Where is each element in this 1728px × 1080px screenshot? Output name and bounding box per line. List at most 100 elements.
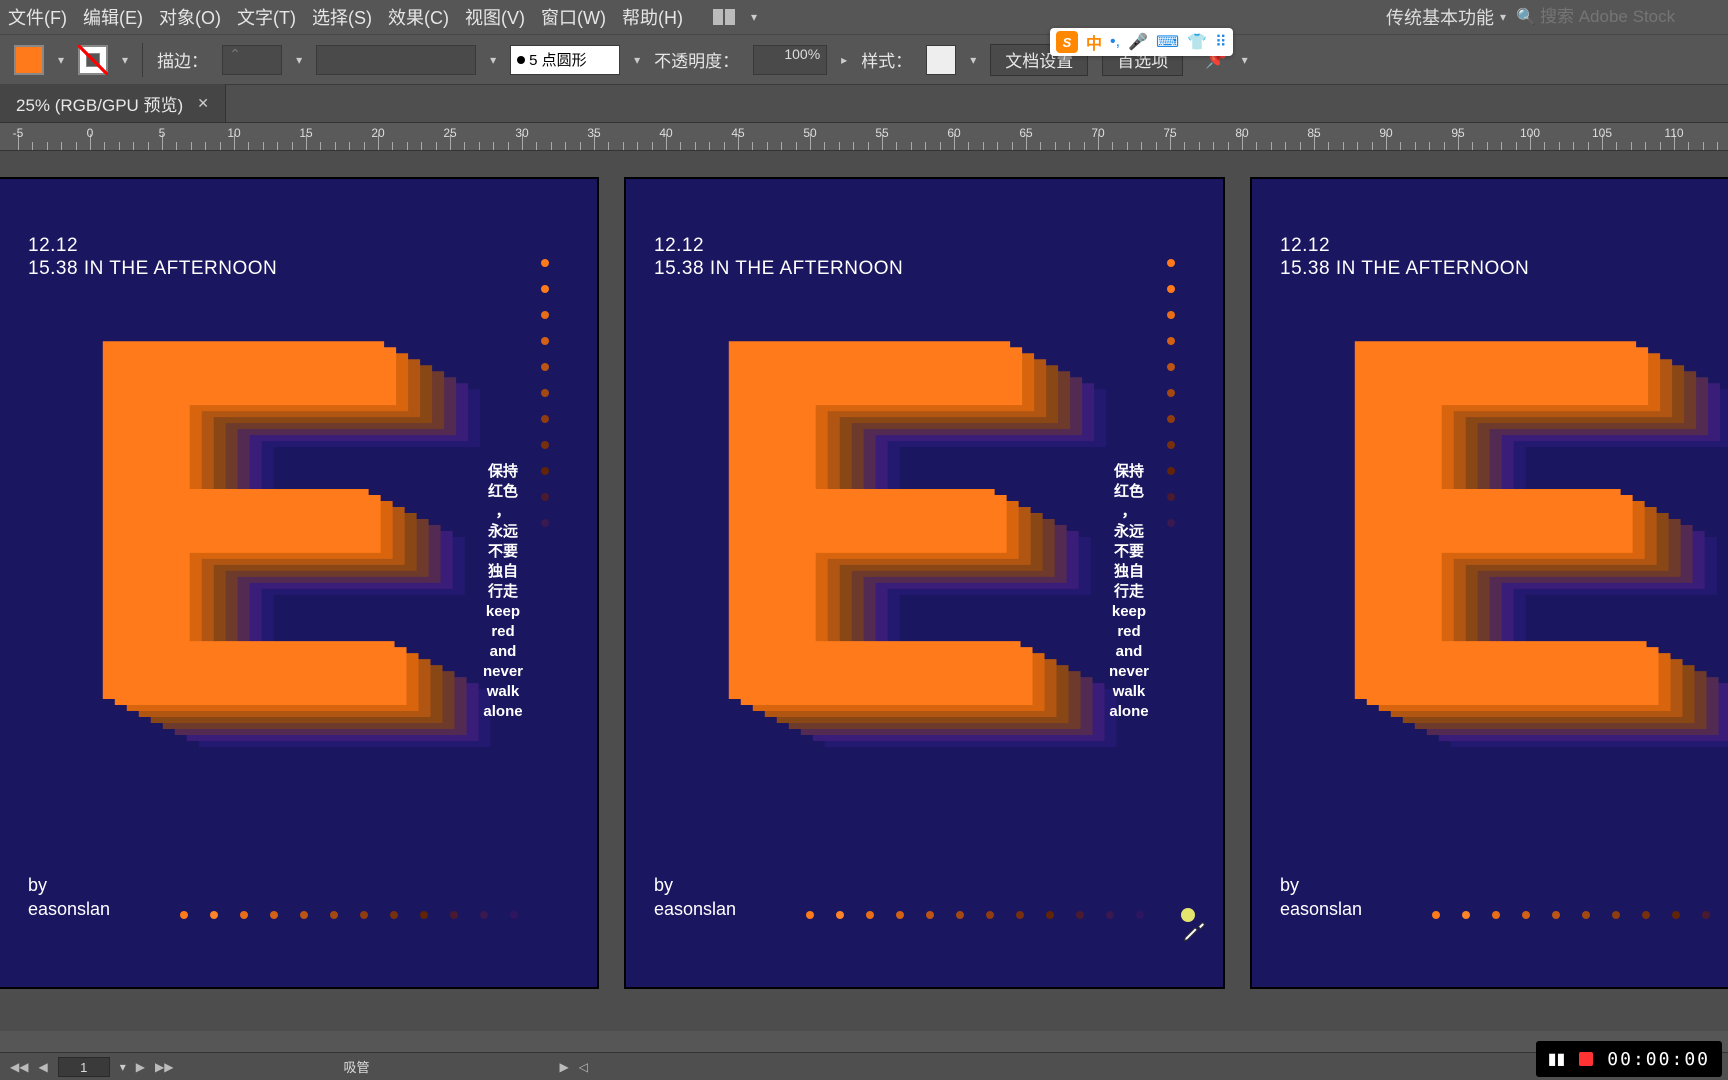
poster-vertical-text: 保持红色，永远不要独自行走keepredandneverwalkalone (1109, 463, 1149, 721)
search-icon: 🔍 (1516, 7, 1536, 27)
record-timer: 00:00:00 (1607, 1049, 1710, 1070)
graphic-style-swatch[interactable] (926, 45, 956, 75)
artboard[interactable]: 12.1215.38 IN THE AFTERNOONEEEEEEEEE保持红色… (626, 179, 1223, 987)
ruler-marker: 40 (659, 126, 672, 140)
chevron-right-icon[interactable]: ▸ (841, 53, 847, 67)
document-tab[interactable]: 25% (RGB/GPU 预览) ✕ (0, 84, 226, 122)
ruler-marker: 15 (299, 126, 312, 140)
poster-letter-e: EEEEEEEEE (678, 309, 1108, 739)
ruler-marker: 70 (1091, 126, 1104, 140)
chevron-down-icon[interactable]: ▾ (970, 53, 976, 67)
last-artboard-button[interactable]: ▶▶ (155, 1060, 173, 1074)
ruler-marker: 5 (159, 126, 166, 140)
menu-object[interactable]: 对象(O) (159, 4, 221, 30)
document-tab-title: 25% (RGB/GPU 预览) (16, 91, 183, 116)
stroke-label: 描边： (157, 47, 208, 72)
poster-letter-e: EEEEEEEEE (52, 309, 482, 739)
opacity-label: 不透明度： (654, 47, 739, 72)
ruler-marker: 60 (947, 126, 960, 140)
ruler-marker: 95 (1451, 126, 1464, 140)
first-artboard-button[interactable]: ◀◀ (10, 1060, 28, 1074)
ime-punct-icon[interactable]: •, (1110, 33, 1120, 51)
dot-column (541, 259, 549, 527)
ruler-marker: 80 (1235, 126, 1248, 140)
ime-lang[interactable]: 中 (1086, 30, 1102, 54)
fill-swatch[interactable] (14, 45, 44, 75)
brush-dropdown[interactable]: 5 点圆形 (510, 45, 620, 75)
poster-letter-e: EEEEEEEEE (1304, 309, 1728, 739)
style-label: 样式： (861, 47, 912, 72)
poster-vertical-text: 保持红色，永远不要独自行走keepredandneverwalkalone (483, 463, 523, 721)
chevron-down-icon[interactable]: ▾ (120, 1060, 126, 1074)
menu-help[interactable]: 帮助(H) (622, 4, 683, 30)
back-icon[interactable]: ◁ (579, 1060, 588, 1074)
artboard[interactable]: 12.1215.38 IN THE AFTERNOONEEEEEEEEE保持红色… (0, 179, 597, 987)
stroke-swatch[interactable] (78, 45, 108, 75)
poster-byline: byeasonslan (28, 874, 110, 921)
eyedropper-cursor-icon (1181, 908, 1207, 947)
dot-column (1167, 259, 1175, 527)
current-tool-label: 吸管 (343, 1057, 369, 1076)
next-artboard-button[interactable]: ▶ (136, 1060, 145, 1074)
toolbox-icon[interactable]: ⠿ (1215, 32, 1227, 52)
menu-file[interactable]: 文件(F) (8, 4, 67, 30)
microphone-icon[interactable]: 🎤 (1128, 32, 1148, 52)
horizontal-ruler[interactable]: -505101520253035404550556065707580859095… (0, 123, 1728, 151)
ruler-marker: 100 (1520, 126, 1540, 140)
chevron-down-icon: ▾ (1500, 10, 1506, 24)
search-adobe-stock[interactable]: 🔍 (1516, 7, 1720, 27)
ruler-marker: 105 (1592, 126, 1612, 140)
ruler-marker: 110 (1664, 126, 1683, 140)
ruler-marker: 0 (87, 126, 94, 140)
opacity-input[interactable]: 100% (753, 45, 827, 75)
skin-icon[interactable]: 👕 (1187, 32, 1207, 52)
chevron-down-icon[interactable]: ▾ (122, 53, 128, 67)
workspace-dropdown[interactable]: 传统基本功能 ▾ (1386, 4, 1506, 30)
stroke-weight-input[interactable]: ⌃ (222, 45, 282, 75)
ruler-marker: 55 (875, 126, 888, 140)
menu-type[interactable]: 文字(T) (237, 4, 296, 30)
ruler-marker: 50 (803, 126, 816, 140)
menu-view[interactable]: 视图(V) (465, 4, 525, 30)
close-icon[interactable]: ✕ (197, 95, 209, 112)
canvas-area[interactable]: 12.1215.38 IN THE AFTERNOONEEEEEEEEE保持红色… (0, 151, 1728, 1031)
poster-byline: byeasonslan (1280, 874, 1362, 921)
chevron-down-icon[interactable]: ▾ (296, 53, 302, 67)
menu-window[interactable]: 窗口(W) (541, 4, 606, 30)
ruler-marker: 65 (1019, 126, 1032, 140)
ruler-marker: 35 (587, 126, 600, 140)
artboard-number-input[interactable]: 1 (58, 1057, 110, 1077)
ruler-marker: 25 (443, 126, 456, 140)
ruler-marker: -5 (13, 126, 24, 140)
menu-bar: 文件(F) 编辑(E) 对象(O) 文字(T) 选择(S) 效果(C) 视图(V… (0, 0, 1728, 35)
dot-row (1432, 911, 1728, 919)
panel-layout-icon[interactable] (713, 9, 735, 25)
brush-label: 5 点圆形 (529, 49, 587, 70)
control-bar: ▾ ▾ 描边： ⌃ ▾ ▾ 5 点圆形 ▾ 不透明度： 100% ▸ 样式： ▾… (0, 35, 1728, 85)
ruler-marker: 45 (731, 126, 744, 140)
stop-record-button[interactable] (1579, 1052, 1593, 1066)
pause-icon[interactable]: ▮▮ (1548, 1049, 1566, 1069)
stroke-profile-dropdown[interactable] (316, 45, 476, 75)
ruler-marker: 10 (227, 126, 240, 140)
chevron-down-icon[interactable]: ▾ (490, 53, 496, 67)
artboard[interactable]: 12.1215.38 IN THE AFTERNOONEEEEEEEEE保持红色… (1252, 179, 1728, 987)
menu-edit[interactable]: 编辑(E) (83, 4, 143, 30)
ruler-marker: 85 (1307, 126, 1320, 140)
screen-recorder[interactable]: ▮▮ 00:00:00 (1536, 1041, 1722, 1077)
menu-select[interactable]: 选择(S) (312, 4, 372, 30)
chevron-down-icon[interactable]: ▾ (58, 53, 64, 67)
keyboard-icon[interactable]: ⌨ (1156, 32, 1179, 52)
workspace-label: 传统基本功能 (1386, 4, 1494, 30)
ime-toolbar[interactable]: S 中 •, 🎤 ⌨ 👕 ⠿ (1050, 28, 1233, 56)
prev-artboard-button[interactable]: ◀ (38, 1060, 47, 1074)
play-icon[interactable]: ▶ (559, 1060, 568, 1074)
chevron-down-icon[interactable]: ▾ (634, 53, 640, 67)
chevron-down-icon[interactable]: ▾ (1242, 53, 1248, 67)
menu-effect[interactable]: 效果(C) (388, 4, 449, 30)
ruler-marker: 90 (1379, 126, 1392, 140)
chevron-down-icon[interactable]: ▾ (751, 10, 757, 24)
dot-row (806, 911, 1144, 919)
poster-byline: byeasonslan (654, 874, 736, 921)
search-input[interactable] (1540, 7, 1720, 27)
